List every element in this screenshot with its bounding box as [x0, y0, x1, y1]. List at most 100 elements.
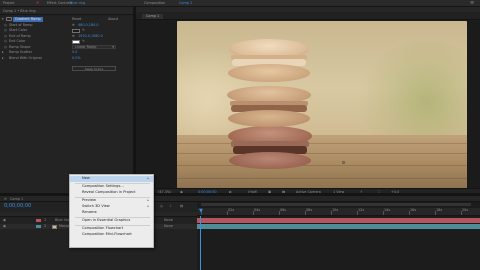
- prop-value[interactable]: 0.0: [72, 50, 77, 54]
- expand-triangle-icon[interactable]: ▾: [2, 17, 4, 21]
- ruler-label: 20s: [462, 208, 469, 212]
- layer-1-duration-bar[interactable]: [197, 218, 480, 223]
- playhead-icon[interactable]: ▼: [199, 207, 204, 216]
- time-ruler[interactable]: 02s 04s 06s 08s 10s 12s 14s 16s 18s 20s: [197, 208, 480, 216]
- tab-comp-1[interactable]: Comp 1: [142, 13, 164, 19]
- ruler-label: 02s: [228, 208, 235, 212]
- prop-label: Ramp Scatter: [9, 50, 33, 54]
- about-link[interactable]: About: [108, 17, 118, 21]
- close-icon[interactable]: ✕: [4, 197, 7, 201]
- top-tab-bar: Project ✕ Effect Controls Blue ring Comp…: [0, 0, 480, 7]
- timeline-current-time[interactable]: 0;00;00;00: [4, 204, 31, 209]
- visibility-eye-icon[interactable]: ◉: [3, 218, 6, 222]
- layer-name[interactable]: Blue ring: [55, 218, 70, 222]
- layer-number: 2: [44, 224, 47, 228]
- effect-controls-header: Comp 1 • Blue ring: [0, 7, 133, 15]
- eyedropper-icon[interactable]: ✎: [82, 28, 85, 32]
- submenu-arrow-icon: ▸: [147, 176, 149, 180]
- menu-item-composition-mini-flowchart[interactable]: Composition Mini-Flowchart: [70, 232, 153, 238]
- prop-value[interactable]: 480.0,180.0: [78, 23, 99, 27]
- menu-item-switch-3d-view[interactable]: Switch 3D View ▸: [70, 204, 153, 210]
- ramp-shape-dropdown[interactable]: Linear Ramp ▾: [72, 44, 116, 49]
- start-color-swatch[interactable]: [72, 28, 80, 33]
- visibility-eye-icon[interactable]: ◉: [3, 224, 6, 228]
- close-icon[interactable]: ✕: [36, 1, 40, 5]
- ruler-label: 16s: [410, 208, 417, 212]
- submenu-arrow-icon: ▸: [147, 198, 149, 202]
- macaron-bottom-bottom-shell: [229, 152, 311, 169]
- prop-label: Blend With Original: [9, 55, 42, 60]
- effect-name[interactable]: Gradient Ramp: [13, 17, 43, 22]
- prop-row-start-of-ramp[interactable]: ◷ Start of Ramp ⊕ 480.0,180.0: [0, 23, 133, 28]
- fx-toggle-icon[interactable]: [6, 17, 12, 21]
- menu-item-reveal-composition[interactable]: Reveal Composition in Project: [70, 190, 153, 196]
- ruler-label: 08s: [306, 208, 313, 212]
- prop-row-blend-with-original[interactable]: ▸ Blend With Original 0.0%: [0, 56, 133, 61]
- work-area-bar[interactable]: [201, 203, 471, 206]
- prop-row-start-color[interactable]: ◷ Start Color ✎: [0, 28, 133, 33]
- layer-2-duration-bar[interactable]: [197, 224, 480, 229]
- expand-triangle-icon[interactable]: ▸: [2, 50, 4, 54]
- stopwatch-icon[interactable]: ◷: [4, 23, 7, 27]
- submenu-arrow-icon: ▸: [147, 204, 149, 208]
- swap-colors-button[interactable]: Swap Colors: [72, 66, 116, 71]
- stopwatch-icon[interactable]: ◷: [4, 34, 7, 38]
- tab-project[interactable]: Project: [3, 1, 15, 5]
- dropdown-value: Linear Ramp: [75, 44, 97, 49]
- prop-row-end-color[interactable]: ◷ End Color ✎: [0, 39, 133, 44]
- wooden-table: [177, 135, 467, 189]
- tab-composition[interactable]: Composition: [144, 1, 165, 5]
- stopwatch-icon[interactable]: ◷: [4, 39, 7, 43]
- menu-item-open-in-essential-graphics[interactable]: Open in Essential Graphics: [70, 218, 153, 224]
- prop-label: Start of Ramp: [9, 22, 33, 27]
- crosshair-icon[interactable]: ⊕: [72, 23, 75, 27]
- menu-item-composition-flowchart[interactable]: Composition Flowchart: [70, 226, 153, 232]
- prop-label: End of Ramp: [9, 33, 31, 38]
- layer-label-color[interactable]: [36, 219, 41, 222]
- composition-subtab-bar: Comp 1: [136, 12, 480, 20]
- prop-value[interactable]: 0.0%: [72, 56, 81, 60]
- menu-item-rename[interactable]: Rename: [70, 210, 153, 216]
- prop-row-end-of-ramp[interactable]: ◷ End of Ramp ⊕ 1920.0,1080.0: [0, 34, 133, 39]
- context-menu: New ▸ Composition Settings... Reveal Com…: [69, 174, 154, 248]
- effect-layer-name: Blue ring: [70, 1, 86, 5]
- timeline-track-area[interactable]: 02s 04s 06s 08s 10s 12s 14s 16s 18s 20s ▼: [197, 202, 480, 270]
- effect-header-row[interactable]: ▾ Gradient Ramp Reset About: [0, 17, 133, 22]
- eyedropper-icon[interactable]: ✎: [82, 39, 85, 43]
- expand-triangle-icon[interactable]: ▸: [2, 56, 4, 60]
- stopwatch-icon[interactable]: ◷: [4, 45, 7, 49]
- stopwatch-icon[interactable]: ◷: [4, 28, 7, 32]
- ruler-label: 18s: [436, 208, 443, 212]
- effect-controls-panel: Comp 1 • Blue ring ▾ Gradient Ramp Reset…: [0, 7, 133, 193]
- layer-number: 1: [44, 218, 47, 222]
- ruler-label: 04s: [254, 208, 261, 212]
- composition-viewer[interactable]: [177, 21, 467, 189]
- prop-value[interactable]: 1920.0,1080.0: [78, 34, 103, 38]
- layer-label-color[interactable]: [36, 225, 41, 228]
- playhead-line: [200, 216, 201, 270]
- layer-parent[interactable]: None: [164, 224, 173, 228]
- ruler-label: 14s: [384, 208, 391, 212]
- menu-item-label: Preview: [82, 198, 96, 202]
- panel-menu-icon[interactable]: ≡: [470, 0, 474, 6]
- frame-blending-icon[interactable]: ▤: [180, 204, 183, 208]
- layer-parent[interactable]: None: [164, 218, 173, 222]
- composition-name: Comp 1: [179, 1, 193, 5]
- menu-item-new[interactable]: New ▸: [70, 176, 153, 182]
- tab-effect-controls[interactable]: Effect Controls: [47, 1, 72, 5]
- ruler-label: 06s: [280, 208, 287, 212]
- end-color-swatch[interactable]: [72, 39, 80, 44]
- graph-editor-icon[interactable]: ⌇: [170, 204, 172, 208]
- tab-comp-1-timeline[interactable]: Comp 1: [10, 197, 23, 201]
- menu-item-composition-settings[interactable]: Composition Settings...: [70, 184, 153, 190]
- motion-blur-icon[interactable]: ◎: [160, 204, 163, 208]
- menu-item-preview[interactable]: Preview ▸: [70, 198, 153, 204]
- prop-label: Start Color: [9, 28, 28, 32]
- crosshair-icon[interactable]: ⊕: [72, 34, 75, 38]
- footage-thumbnail-icon: [52, 224, 57, 229]
- prop-row-ramp-scatter[interactable]: ▸ ◷ Ramp Scatter 0.0: [0, 50, 133, 55]
- prop-row-ramp-shape[interactable]: ◷ Ramp Shape Linear Ramp ▾: [0, 44, 133, 50]
- macaron-stack: [223, 21, 313, 189]
- reset-link[interactable]: Reset: [72, 17, 81, 21]
- anchor-point-icon[interactable]: [342, 161, 345, 164]
